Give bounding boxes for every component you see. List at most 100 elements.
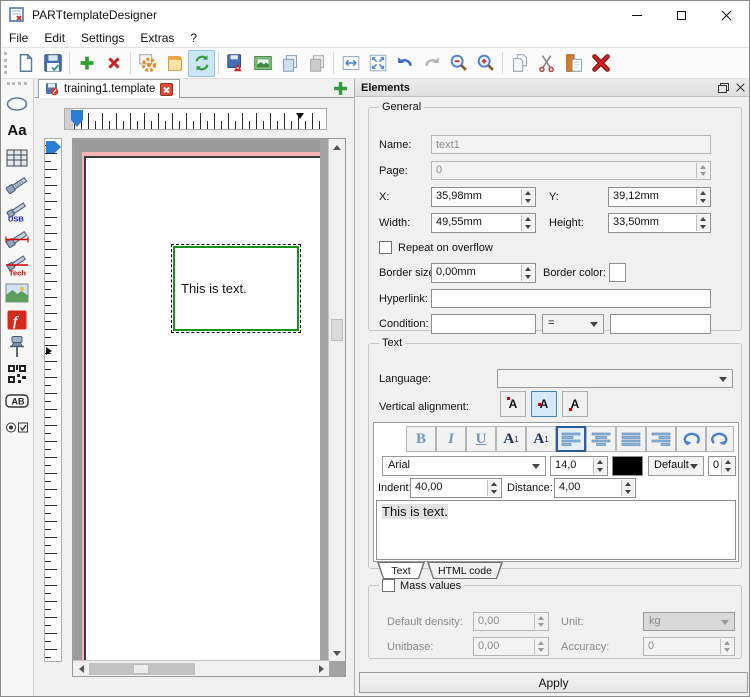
zoom-out-button[interactable] xyxy=(445,50,472,77)
pin-tool[interactable] xyxy=(4,334,30,360)
accuracy-input[interactable]: 0 xyxy=(643,637,735,656)
scroll-up-button[interactable] xyxy=(329,139,345,155)
hyperlink-input[interactable] xyxy=(431,289,711,308)
menu-settings[interactable]: Settings xyxy=(73,31,132,45)
vertical-scroll-thumb[interactable] xyxy=(331,319,343,341)
scroll-right-button[interactable] xyxy=(313,661,329,677)
align-justify-button[interactable] xyxy=(616,426,646,452)
screw-tool[interactable] xyxy=(4,172,30,198)
new-template-button[interactable] xyxy=(12,50,39,77)
fit-width-button[interactable] xyxy=(337,50,364,77)
close-panel-icon[interactable] xyxy=(736,83,745,92)
table-tool[interactable] xyxy=(4,145,30,171)
delete-element-button[interactable] xyxy=(100,50,127,77)
repeat-on-overflow-checkbox[interactable] xyxy=(379,241,392,254)
y-spinner[interactable] xyxy=(696,189,709,205)
x-spinner[interactable] xyxy=(521,189,534,205)
tab-text[interactable]: Text xyxy=(377,562,425,579)
align-right-button[interactable] xyxy=(646,426,676,452)
copy-page-inactive-button[interactable] xyxy=(303,50,330,77)
italic-button[interactable]: I xyxy=(436,426,466,452)
condition-right-input[interactable] xyxy=(610,314,711,334)
dimension-tool[interactable] xyxy=(4,226,30,252)
align-left-button[interactable] xyxy=(556,426,586,452)
vertical-scrollbar[interactable] xyxy=(328,139,345,661)
outline-input[interactable]: 0 xyxy=(708,456,736,476)
valign-bottom-button[interactable]: A xyxy=(562,391,588,417)
font-family-select[interactable]: Arial xyxy=(382,456,546,476)
indent-input[interactable]: 40,00 xyxy=(410,478,502,498)
menu-file[interactable]: File xyxy=(1,31,36,45)
x-input[interactable]: 35,98mm xyxy=(431,187,536,207)
edit-page-button[interactable] xyxy=(161,50,188,77)
underline-button[interactable]: U xyxy=(466,426,496,452)
border-size-spinner[interactable] xyxy=(521,265,534,281)
replace-button[interactable] xyxy=(560,50,587,77)
rotate-right-button[interactable] xyxy=(706,426,734,452)
label-tool[interactable]: AB xyxy=(4,388,30,414)
usb-tool[interactable]: USB xyxy=(4,199,30,225)
copy-page-button[interactable] xyxy=(276,50,303,77)
unit-select[interactable]: kg xyxy=(643,612,735,631)
page-input[interactable]: 0 xyxy=(431,161,711,180)
export-image-button[interactable] xyxy=(249,50,276,77)
image-tool[interactable] xyxy=(4,280,30,306)
name-input[interactable] xyxy=(431,135,711,154)
width-input[interactable]: 49,55mm xyxy=(431,213,536,233)
qrcode-tool[interactable] xyxy=(4,361,30,387)
fit-page-button[interactable] xyxy=(364,50,391,77)
border-color-swatch[interactable] xyxy=(609,263,626,282)
tech-tool[interactable]: Tech xyxy=(4,253,30,279)
distance-input[interactable]: 4,00 xyxy=(554,478,636,498)
tab-html-code[interactable]: HTML code xyxy=(427,562,503,579)
accuracy-spinner[interactable] xyxy=(720,639,733,654)
align-center-button[interactable] xyxy=(586,426,616,452)
subscript-button[interactable]: A1 xyxy=(526,426,556,452)
flash-tool[interactable]: f xyxy=(4,307,30,333)
undo-button[interactable] xyxy=(391,50,418,77)
outline-spinner[interactable] xyxy=(721,458,734,474)
tab-close-button[interactable] xyxy=(160,83,173,96)
font-color-swatch[interactable] xyxy=(612,456,643,476)
float-panel-icon[interactable] xyxy=(718,83,729,93)
language-select[interactable] xyxy=(497,369,733,388)
horizontal-scrollbar[interactable] xyxy=(73,660,329,676)
zoom-in-button[interactable] xyxy=(472,50,499,77)
add-element-button[interactable] xyxy=(73,50,100,77)
maximize-button[interactable] xyxy=(659,1,704,29)
refresh-preview-button[interactable] xyxy=(188,50,215,77)
font-size-spinner[interactable] xyxy=(593,458,606,474)
valign-top-button[interactable]: A xyxy=(500,391,526,417)
menu-help[interactable]: ? xyxy=(182,31,205,45)
horizontal-scroll-thumb[interactable] xyxy=(89,663,195,675)
bold-button[interactable]: B xyxy=(406,426,436,452)
condition-left-input[interactable] xyxy=(431,314,536,334)
width-spinner[interactable] xyxy=(521,215,534,231)
mass-values-checkbox[interactable] xyxy=(382,579,395,592)
text-tool[interactable]: Aa xyxy=(4,118,30,144)
valign-center-button[interactable]: A xyxy=(531,391,557,417)
distance-spinner[interactable] xyxy=(621,480,634,496)
redo-button[interactable] xyxy=(418,50,445,77)
minimize-button[interactable] xyxy=(614,1,659,29)
selected-text-element[interactable]: This is text. xyxy=(173,246,299,331)
apply-button[interactable]: Apply xyxy=(359,672,748,693)
close-button[interactable] xyxy=(704,1,749,29)
page-content-area[interactable] xyxy=(84,156,320,661)
save-template-button[interactable] xyxy=(39,50,66,77)
delete-all-button[interactable] xyxy=(587,50,614,77)
menu-extras[interactable]: Extras xyxy=(132,31,182,45)
density-spinner[interactable] xyxy=(534,614,547,629)
rotate-left-button[interactable] xyxy=(676,426,706,452)
menu-edit[interactable]: Edit xyxy=(36,31,73,45)
style-select[interactable]: Default xyxy=(648,456,704,476)
settings-button[interactable] xyxy=(134,50,161,77)
unitbase-input[interactable]: 0,00 xyxy=(473,637,549,656)
height-spinner[interactable] xyxy=(696,215,709,231)
default-density-input[interactable]: 0,00 xyxy=(473,612,549,631)
condition-operator-select[interactable]: = xyxy=(542,314,604,334)
scroll-down-button[interactable] xyxy=(329,645,345,661)
superscript-button[interactable]: A1 xyxy=(496,426,526,452)
indent-spinner[interactable] xyxy=(487,480,500,496)
new-tab-button[interactable] xyxy=(333,81,348,96)
